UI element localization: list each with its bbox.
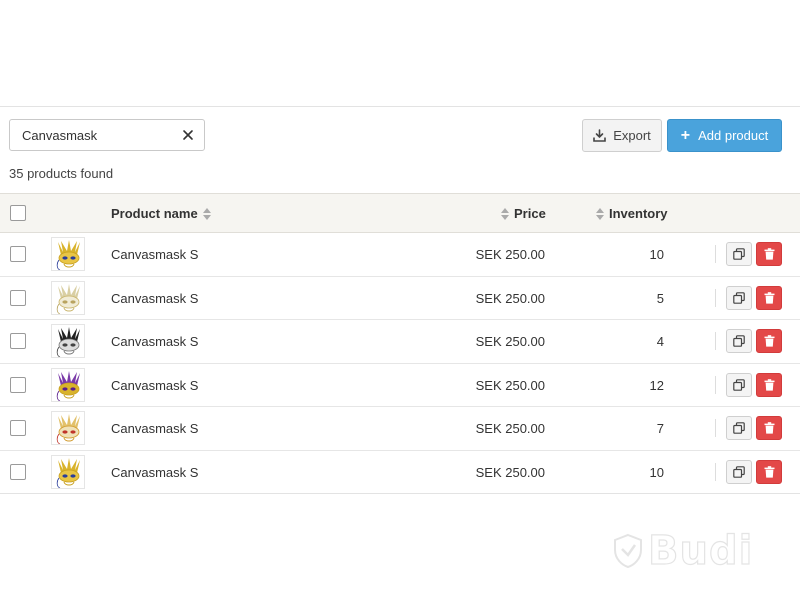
product-thumbnail[interactable] [51, 367, 85, 402]
delete-button[interactable] [756, 242, 782, 266]
product-name-cell[interactable]: Canvasmask S [111, 421, 198, 436]
inventory-cell: 10 [649, 247, 664, 262]
product-thumbnail[interactable] [51, 324, 85, 359]
trash-icon [764, 248, 774, 260]
copy-icon [733, 378, 745, 391]
product-name-cell[interactable]: Canvasmask S [111, 334, 198, 349]
price-cell: SEK 250.00 [475, 290, 545, 306]
row-checkbox[interactable] [10, 289, 26, 306]
column-header-price[interactable]: Price [501, 206, 546, 221]
shield-logo-icon [614, 533, 642, 569]
add-product-button-label: Add product [698, 128, 769, 143]
duplicate-button[interactable] [726, 459, 752, 484]
table-row[interactable]: Canvasmask S SEK 250.00 10 [0, 451, 800, 495]
product-thumbnail[interactable] [51, 454, 85, 489]
column-header-product-name-label: Product name [111, 206, 198, 221]
product-name-cell[interactable]: Canvasmask S [111, 291, 198, 306]
product-table-body: Canvasmask S SEK 250.00 10 Canvasmask S … [0, 233, 800, 495]
trash-icon [764, 378, 774, 391]
duplicate-button[interactable] [726, 329, 752, 354]
column-header-product-name[interactable]: Product name [111, 206, 211, 221]
table-row[interactable]: Canvasmask S SEK 250.00 12 [0, 364, 800, 408]
duplicate-button[interactable] [726, 372, 752, 397]
table-row[interactable]: Canvasmask S SEK 250.00 10 [0, 233, 800, 277]
download-icon [593, 129, 607, 142]
product-name-cell[interactable]: Canvasmask S [111, 465, 198, 480]
price-cell: SEK 250.00 [475, 334, 545, 350]
copy-icon [733, 291, 745, 304]
watermark: Budi [612, 527, 754, 575]
delete-button[interactable] [756, 329, 782, 354]
inventory-cell: 7 [656, 421, 664, 437]
column-header-price-label: Price [514, 206, 546, 221]
action-separator [715, 419, 716, 438]
product-thumbnail[interactable] [51, 411, 85, 446]
action-separator [715, 245, 716, 263]
delete-button[interactable] [756, 372, 782, 397]
row-checkbox[interactable] [10, 246, 26, 262]
copy-icon [733, 248, 745, 260]
action-separator [715, 288, 716, 307]
copy-icon [733, 422, 745, 435]
trash-icon [764, 422, 774, 434]
sort-icon [596, 207, 604, 220]
inventory-cell: 4 [656, 334, 664, 350]
price-cell: SEK 250.00 [475, 464, 545, 480]
inventory-cell: 10 [649, 464, 664, 480]
action-separator [715, 462, 716, 481]
duplicate-button[interactable] [726, 285, 752, 310]
duplicate-button[interactable] [726, 416, 752, 441]
export-button[interactable]: Export [582, 119, 662, 152]
watermark-text: Budi [647, 527, 754, 574]
product-thumbnail[interactable] [51, 280, 85, 315]
product-name-cell[interactable]: Canvasmask S [111, 378, 198, 393]
delete-button[interactable] [756, 285, 782, 310]
action-separator [715, 375, 716, 394]
product-thumbnail[interactable] [51, 237, 85, 271]
table-header: Product name Price Inventory [0, 193, 800, 233]
plus-icon: + [680, 126, 691, 144]
inventory-cell: 12 [649, 377, 664, 393]
price-cell: SEK 250.00 [475, 377, 545, 393]
column-header-inventory-label: Inventory [609, 206, 668, 221]
results-count: 35 products found [9, 166, 114, 181]
add-product-button[interactable]: + Add product [667, 119, 782, 152]
price-cell: SEK 250.00 [475, 247, 545, 262]
column-header-inventory[interactable]: Inventory [596, 206, 668, 221]
row-checkbox[interactable] [10, 376, 26, 393]
table-row[interactable]: Canvasmask S SEK 250.00 7 [0, 407, 800, 451]
row-checkbox[interactable] [10, 420, 26, 437]
inventory-cell: 5 [656, 290, 664, 306]
export-button-label: Export [613, 128, 651, 143]
table-row[interactable]: Canvasmask S SEK 250.00 4 [0, 320, 800, 364]
trash-icon [764, 466, 774, 478]
delete-button[interactable] [756, 459, 782, 484]
trash-icon [764, 335, 774, 347]
close-icon[interactable] [181, 128, 195, 142]
duplicate-button[interactable] [726, 242, 752, 266]
product-name-cell[interactable]: Canvasmask S [111, 247, 198, 262]
delete-button[interactable] [756, 416, 782, 441]
sort-icon [501, 207, 509, 220]
action-separator [715, 332, 716, 351]
product-list-panel: Export + Add product 35 products found P… [0, 106, 800, 494]
row-checkbox[interactable] [10, 333, 26, 350]
table-row[interactable]: Canvasmask S SEK 250.00 5 [0, 277, 800, 321]
sort-icon [202, 207, 211, 220]
trash-icon [764, 291, 774, 304]
copy-icon [733, 335, 745, 347]
price-cell: SEK 250.00 [475, 421, 545, 437]
row-checkbox[interactable] [10, 463, 26, 480]
copy-icon [733, 466, 745, 478]
select-all-checkbox[interactable] [10, 205, 26, 221]
search-input[interactable] [10, 120, 180, 150]
search-box [9, 119, 205, 151]
